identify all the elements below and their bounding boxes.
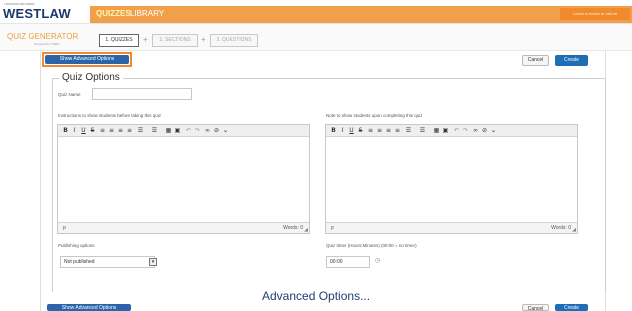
word-count: Words: 0 [551, 225, 571, 231]
redo-icon[interactable]: ↷ [194, 127, 201, 135]
cancel-button-bottom[interactable]: Cancel [522, 304, 549, 311]
bold-icon[interactable]: B [62, 127, 69, 135]
bold-icon[interactable]: B [330, 127, 337, 135]
align-left-icon[interactable]: ≡ [367, 127, 374, 135]
westlaw-logo[interactable]: WESTLAW [3, 7, 71, 21]
user-menu-button[interactable]: Leave a review or call us [560, 8, 630, 20]
nav-tab-library[interactable]: LIBRARY [130, 9, 164, 19]
image-icon[interactable]: ▣ [174, 127, 181, 135]
highlight-box [42, 52, 132, 67]
create-button-bottom[interactable]: Create [555, 304, 588, 311]
numbered-list-icon[interactable]: ☰ [419, 127, 426, 135]
align-right-icon[interactable]: ≡ [117, 127, 124, 135]
note-editor[interactable]: B I U S ≡ ≡ ≡ ≡ ☰ ☰ ▦ ▣ ↶ ↷ ∞ ⊘ ⌄ p Word… [325, 124, 578, 234]
justify-icon[interactable]: ≡ [394, 127, 401, 135]
quiz-name-input[interactable] [92, 88, 192, 100]
more-options-icon[interactable]: ⌄ [222, 127, 229, 135]
element-path: p [331, 225, 334, 231]
quiz-generator-subtitle: Powered by TWEN [34, 42, 60, 46]
create-button[interactable]: Create [555, 55, 588, 66]
strikethrough-icon[interactable]: S [357, 127, 364, 135]
instructions-editor[interactable]: B I U S ≡ ≡ ≡ ≡ ☰ ☰ ▦ ▣ ↶ ↷ ∞ ⊘ ⌄ p Word… [57, 124, 310, 234]
more-options-icon[interactable]: ⌄ [490, 127, 497, 135]
bullet-list-icon[interactable]: ☰ [405, 127, 412, 135]
clock-icon[interactable]: ◷ [375, 257, 380, 265]
quiz-generator-title: QUIZ GENERATOR [7, 32, 79, 41]
table-icon[interactable]: ▦ [433, 127, 440, 135]
undo-icon[interactable]: ↶ [185, 127, 192, 135]
quiz-options-legend: Quiz Options [59, 71, 123, 84]
unlink-icon[interactable]: ⊘ [481, 127, 488, 135]
align-left-icon[interactable]: ≡ [99, 127, 106, 135]
step-sections[interactable]: 2. SECTIONS [152, 34, 198, 47]
image-icon[interactable]: ▣ [442, 127, 449, 135]
note-label: Note to show students upon completing th… [326, 113, 423, 118]
advanced-options-heading[interactable]: Advanced Options... [262, 289, 370, 304]
table-icon[interactable]: ▦ [165, 127, 172, 135]
generator-bar [0, 24, 632, 51]
link-icon[interactable]: ∞ [472, 127, 479, 135]
step-questions[interactable]: 3. QUESTIONS [210, 34, 258, 47]
timer-label: Quiz timer (Hours:Minutes) (00:00 = no t… [326, 243, 417, 248]
step-separator: + [201, 35, 206, 44]
bullet-list-icon[interactable]: ☰ [137, 127, 144, 135]
word-count: Words: 0 [283, 225, 303, 231]
editor-statusbar: p Words: 0 ◢ [326, 222, 577, 233]
underline-icon[interactable]: U [80, 127, 87, 135]
undo-icon[interactable]: ↶ [453, 127, 460, 135]
step-quizzes[interactable]: 1. QUIZZES [99, 34, 139, 47]
justify-icon[interactable]: ≡ [126, 127, 133, 135]
nav-tab-quizzes[interactable]: QUIZZES [96, 9, 131, 19]
select-arrow-icon[interactable]: ▾ [149, 258, 157, 266]
show-advanced-options-button-bottom[interactable]: Show Advanced Options [47, 304, 131, 311]
nav-band [90, 6, 632, 23]
quiz-name-label: Quiz Name [58, 92, 81, 97]
editor-toolbar: B I U S ≡ ≡ ≡ ≡ ☰ ☰ ▦ ▣ ↶ ↷ ∞ ⊘ ⌄ [326, 125, 577, 137]
strikethrough-icon[interactable]: S [89, 127, 96, 135]
step-separator: + [143, 35, 148, 44]
editor-statusbar: p Words: 0 ◢ [58, 222, 309, 233]
timer-input[interactable]: 00:00 [326, 256, 370, 268]
unlink-icon[interactable]: ⊘ [213, 127, 220, 135]
underline-icon[interactable]: U [348, 127, 355, 135]
italic-icon[interactable]: I [339, 127, 346, 135]
editor-toolbar: B I U S ≡ ≡ ≡ ≡ ☰ ☰ ▦ ▣ ↶ ↷ ∞ ⊘ ⌄ [58, 125, 309, 137]
link-icon[interactable]: ∞ [204, 127, 211, 135]
redo-icon[interactable]: ↷ [462, 127, 469, 135]
cancel-button[interactable]: Cancel [522, 55, 549, 66]
italic-icon[interactable]: I [71, 127, 78, 135]
align-center-icon[interactable]: ≡ [108, 127, 115, 135]
publishing-label: Publishing options [58, 243, 95, 248]
align-center-icon[interactable]: ≡ [376, 127, 383, 135]
publishing-select[interactable]: Not published [60, 256, 155, 268]
resize-grip-icon[interactable]: ◢ [572, 227, 576, 233]
instructions-label: Instructions to show students before tak… [58, 113, 162, 118]
numbered-list-icon[interactable]: ☰ [151, 127, 158, 135]
element-path: p [63, 225, 66, 231]
align-right-icon[interactable]: ≡ [385, 127, 392, 135]
resize-grip-icon[interactable]: ◢ [304, 227, 308, 233]
